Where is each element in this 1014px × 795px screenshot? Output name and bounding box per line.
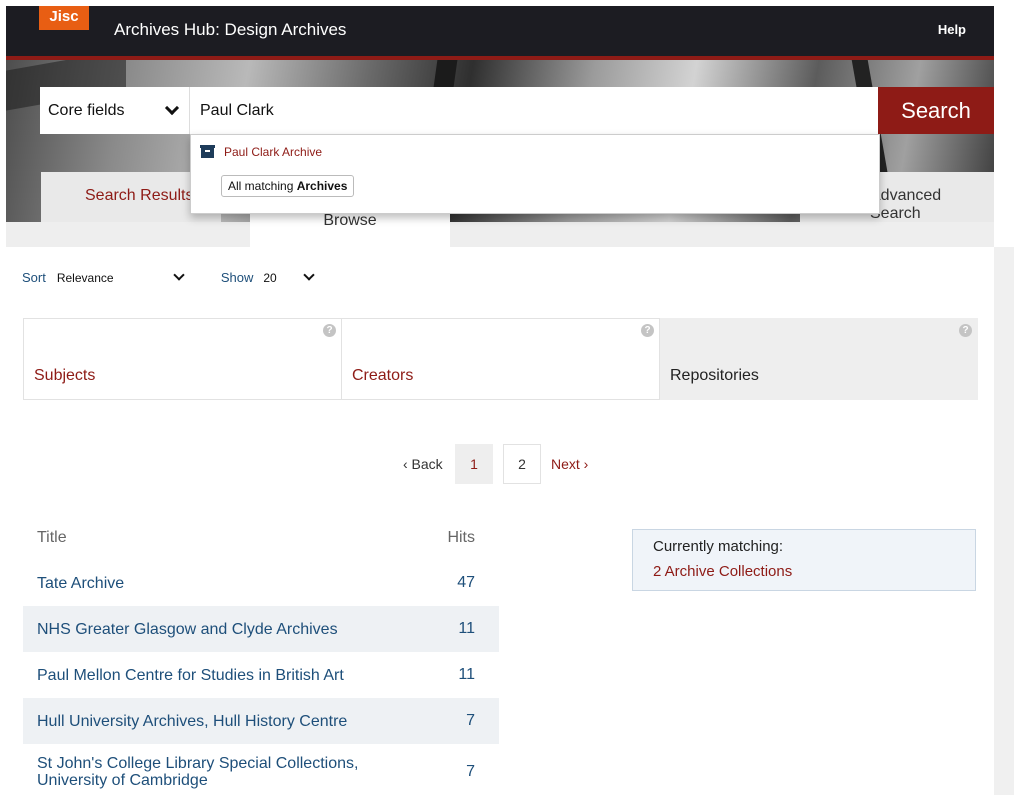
row-hits: 47 [457, 574, 475, 591]
col-title-header: Title [37, 529, 67, 546]
row-title[interactable]: St John's College Library Special Collec… [37, 755, 397, 789]
row-title[interactable]: Paul Mellon Centre for Studies in Britis… [37, 667, 344, 684]
autocomplete-item[interactable]: Paul Clark Archive [200, 144, 323, 159]
row-title[interactable]: Tate Archive [37, 575, 124, 592]
row-hits: 11 [458, 620, 475, 637]
results-table: Title Hits Tate Archive 47 NHS Greater G… [23, 516, 499, 795]
top-navbar: Jisc Archives Hub: Design Archives Help [6, 6, 994, 60]
facet-label: Repositories [670, 367, 759, 384]
pagination: ‹ Back 1 2 Next › [403, 444, 588, 484]
all-matching-archives-button[interactable]: All matching Archives [221, 175, 355, 197]
question-circle-icon[interactable]: ? [959, 324, 972, 337]
show-count-select[interactable]: 20 [259, 269, 321, 285]
chevron-down-icon [164, 100, 180, 116]
sort-label: Sort [22, 270, 46, 285]
question-circle-icon[interactable]: ? [641, 324, 654, 337]
table-row[interactable]: St John's College Library Special Collec… [23, 744, 499, 795]
sort-controls: Sort Relevance Show 20 [22, 269, 321, 285]
facet-creators[interactable]: ? Creators [342, 318, 660, 400]
autocomplete-dropdown: Paul Clark Archive All matching Archives [190, 134, 880, 214]
archive-collections-link[interactable]: 2 Archive Collections [653, 563, 955, 580]
facet-subjects[interactable]: ? Subjects [23, 318, 342, 400]
col-hits-header: Hits [447, 529, 475, 546]
question-circle-icon[interactable]: ? [323, 324, 336, 337]
archive-box-icon [200, 144, 215, 158]
row-title[interactable]: NHS Greater Glasgow and Clyde Archives [37, 621, 338, 638]
currently-matching-box: Currently matching: 2 Archive Collection… [632, 529, 976, 591]
facet-panel: ? Subjects ? Creators ? Repositories [23, 318, 978, 400]
scrollbar-track[interactable] [994, 247, 1014, 795]
all-matching-bold: Archives [296, 179, 348, 193]
search-field-select[interactable]: Core fields [40, 87, 190, 134]
row-hits: 7 [466, 712, 475, 729]
chevron-down-icon [303, 269, 316, 281]
table-row[interactable]: Tate Archive 47 [23, 560, 499, 606]
row-title[interactable]: Hull University Archives, Hull History C… [37, 713, 347, 730]
row-hits: 7 [466, 763, 475, 780]
table-header: Title Hits [23, 516, 499, 560]
chevron-down-icon [173, 269, 185, 281]
all-matching-prefix: All matching [228, 179, 297, 193]
facet-label: Subjects [34, 367, 96, 384]
jisc-logo[interactable]: Jisc [39, 6, 89, 30]
page-1-link[interactable]: 1 [455, 444, 493, 484]
table-row[interactable]: NHS Greater Glasgow and Clyde Archives 1… [23, 606, 499, 652]
show-label: Show [220, 270, 254, 285]
row-hits: 11 [458, 666, 475, 683]
facet-label: Creators [352, 367, 414, 384]
help-link[interactable]: Help [938, 22, 966, 37]
autocomplete-item-label: Paul Clark Archive [224, 145, 323, 159]
site-title[interactable]: Archives Hub: Design Archives [114, 20, 346, 40]
search-field-select-value: Core fields [48, 101, 125, 119]
facet-repositories[interactable]: ? Repositories [660, 318, 978, 400]
table-row[interactable]: Paul Mellon Centre for Studies in Britis… [23, 652, 499, 698]
currently-matching-label: Currently matching: [653, 538, 784, 555]
search-button[interactable]: Search [878, 87, 994, 134]
pagination-next[interactable]: Next › [551, 456, 588, 472]
search-input[interactable] [190, 87, 878, 134]
pagination-back[interactable]: ‹ Back [403, 456, 455, 472]
page-2-link[interactable]: 2 [503, 444, 541, 484]
tab-strip [450, 222, 994, 247]
tab-strip [6, 222, 250, 247]
table-row[interactable]: Hull University Archives, Hull History C… [23, 698, 499, 744]
sort-select[interactable]: Relevance [51, 269, 191, 285]
show-count-value: 20 [263, 270, 277, 285]
sort-select-value: Relevance [56, 270, 114, 285]
